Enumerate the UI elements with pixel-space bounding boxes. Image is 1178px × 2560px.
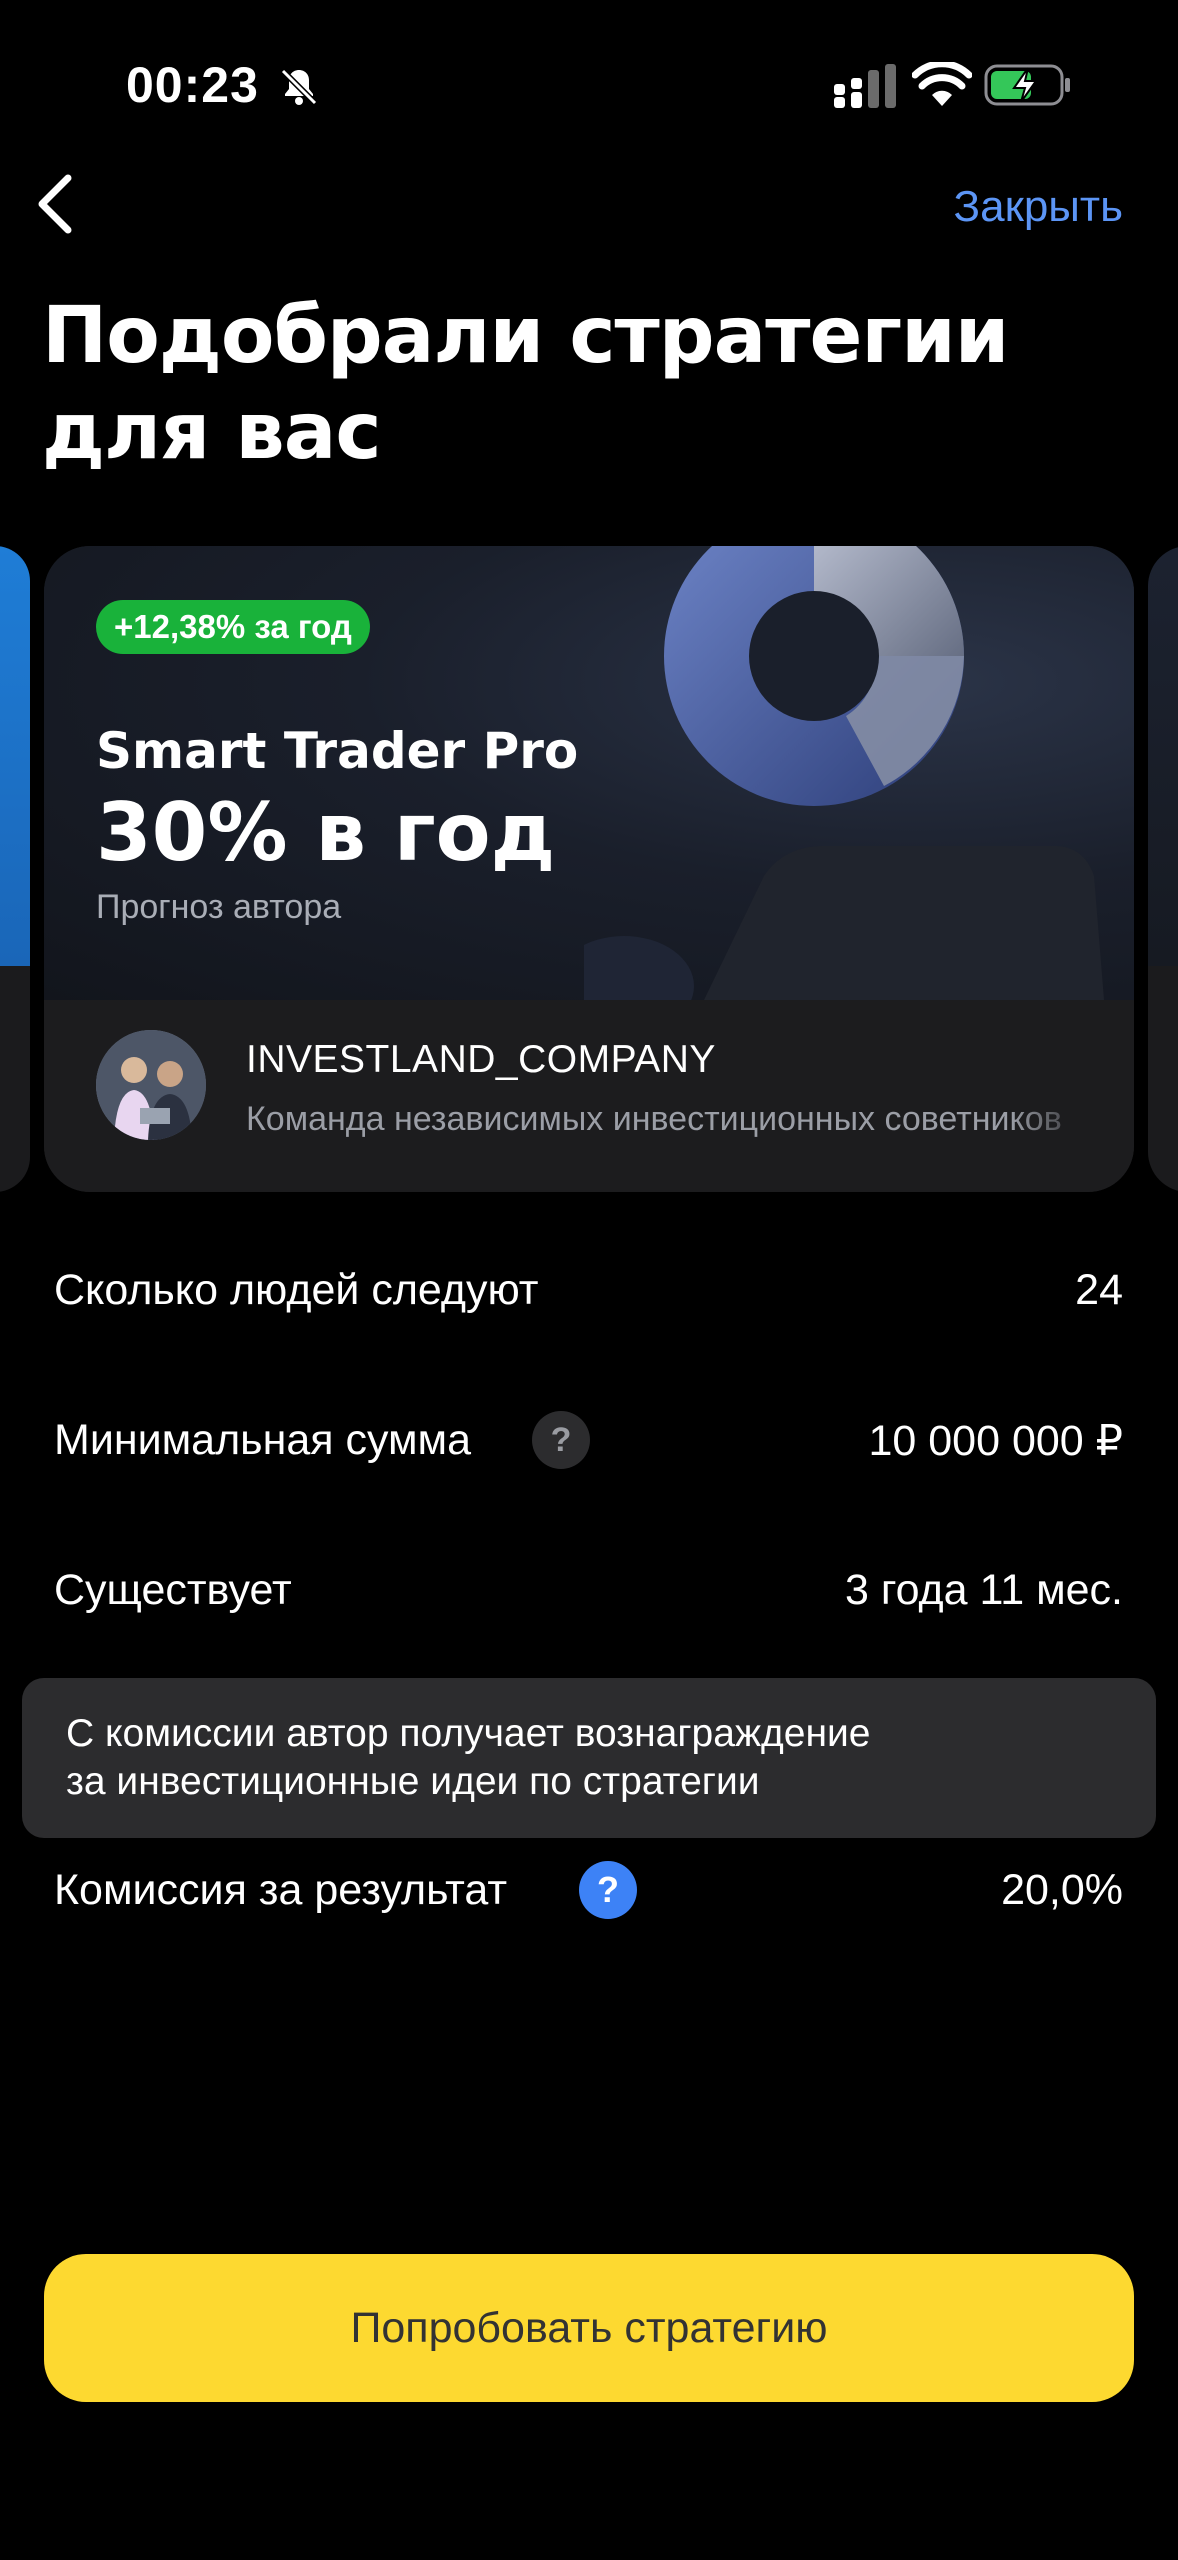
followers-value: 24 bbox=[1075, 1266, 1123, 1314]
strategy-card-hero: +12,38% за год Smart Trader Pro 30% в го… bbox=[44, 546, 1134, 1000]
min-amount-help-button[interactable]: ? bbox=[532, 1411, 590, 1469]
author-avatar bbox=[96, 1030, 206, 1140]
annual-return-badge: +12,38% за год bbox=[96, 600, 370, 654]
strategy-card[interactable]: +12,38% за год Smart Trader Pro 30% в го… bbox=[44, 546, 1134, 1192]
commission-label: Комиссия за результат bbox=[54, 1866, 508, 1914]
author-description: Команда независимых инвестиционных совет… bbox=[246, 1100, 1062, 1138]
strategy-name: Smart Trader Pro bbox=[96, 722, 579, 780]
commission-tooltip: С комиссии автор получает вознаграждение… bbox=[22, 1678, 1156, 1838]
author-name: INVESTLAND_COMPANY bbox=[246, 1038, 716, 1081]
chevron-left-icon bbox=[38, 174, 72, 234]
back-button[interactable] bbox=[32, 172, 80, 236]
battery-charging-icon bbox=[984, 64, 1070, 106]
close-button[interactable]: Закрыть bbox=[954, 182, 1123, 232]
donut-chart-illustration bbox=[584, 546, 1104, 1000]
commission-value: 20,0% bbox=[1001, 1866, 1123, 1914]
next-strategy-card[interactable] bbox=[1148, 546, 1178, 1192]
min-amount-label: Минимальная сумма bbox=[54, 1416, 472, 1464]
commission-help-button[interactable]: ? bbox=[579, 1861, 637, 1919]
tooltip-line-1: С комиссии автор получает вознаграждение bbox=[66, 1712, 871, 1755]
followers-label: Сколько людей следуют bbox=[54, 1266, 539, 1314]
exists-value: 3 года 11 мес. bbox=[844, 1566, 1123, 1614]
try-strategy-button[interactable]: Попробовать стратегию bbox=[44, 2254, 1134, 2402]
wifi-icon bbox=[912, 62, 972, 106]
tooltip-line-2: за инвестиционные идеи по стратегии bbox=[66, 1760, 760, 1803]
status-time: 00:23 bbox=[126, 57, 259, 113]
exists-label: Существует bbox=[54, 1566, 292, 1614]
author-row[interactable]: INVESTLAND_COMPANY Команда независимых и… bbox=[44, 1000, 1134, 1192]
min-amount-value: 10 000 000 ₽ bbox=[868, 1417, 1123, 1465]
bell-off-icon bbox=[280, 68, 318, 106]
cellular-signal-icon bbox=[834, 64, 896, 108]
strategy-forecast: 30% в год bbox=[96, 786, 556, 879]
previous-strategy-card[interactable] bbox=[0, 546, 30, 1192]
page-title: Подобрали стратегии для вас bbox=[42, 291, 1009, 477]
forecast-caption: Прогноз автора bbox=[96, 888, 342, 926]
